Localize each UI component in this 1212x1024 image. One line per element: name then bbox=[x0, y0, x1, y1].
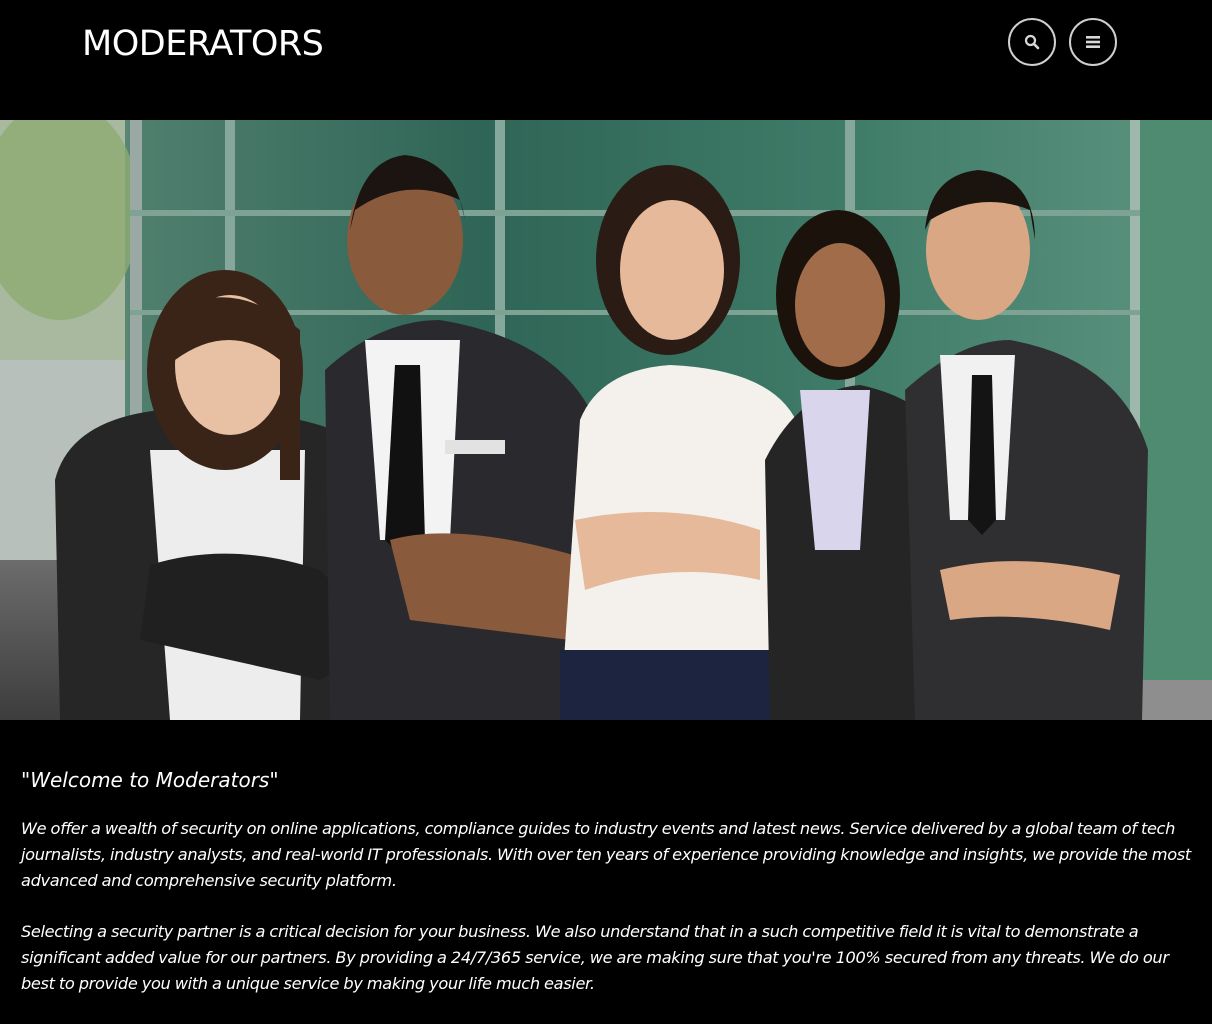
hero-image bbox=[0, 120, 1212, 720]
search-icon bbox=[1024, 34, 1040, 50]
menu-button[interactable] bbox=[1069, 18, 1117, 66]
welcome-section: "Welcome to Moderators" We offer a wealt… bbox=[21, 762, 1196, 1022]
team-photo bbox=[0, 120, 1212, 720]
hamburger-menu-icon bbox=[1086, 36, 1100, 48]
site-title[interactable]: MODERATORS bbox=[82, 22, 324, 66]
site-header: MODERATORS bbox=[0, 0, 1212, 120]
welcome-heading: "Welcome to Moderators" bbox=[21, 768, 279, 792]
partner-paragraph: Selecting a security partner is a critic… bbox=[21, 922, 1169, 993]
intro-paragraph: We offer a wealth of security on online … bbox=[21, 819, 1191, 890]
search-button[interactable] bbox=[1008, 18, 1056, 66]
